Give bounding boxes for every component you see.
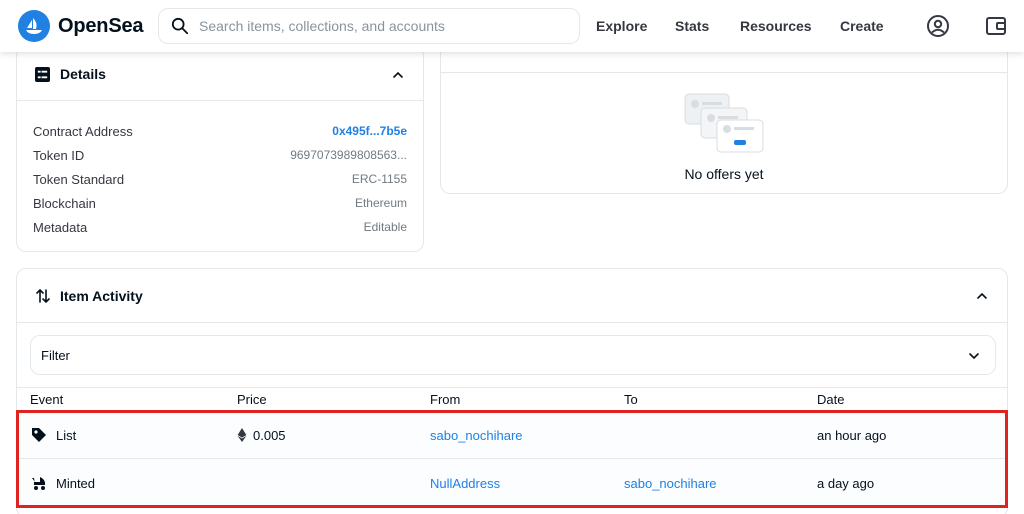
filter-dropdown[interactable]: Filter (30, 335, 996, 375)
activity-header[interactable]: Item Activity (17, 269, 1007, 323)
chevron-up-icon[interactable] (391, 68, 405, 82)
event-label: Minted (56, 475, 96, 491)
from-user-link[interactable]: sabo_nochihare (430, 411, 523, 459)
details-list-icon (35, 67, 50, 82)
opensea-wordmark: OpenSea (58, 14, 144, 37)
empty-offers-illustration-icon (684, 93, 764, 153)
table-row: Minted NullAddress sabo_nochihare a day … (17, 459, 1007, 507)
item-activity-panel: Item Activity Filter Event Price From To… (16, 268, 1008, 514)
search-icon (171, 17, 189, 35)
detail-row-token-id: Token ID 9697073989808563... (33, 143, 407, 167)
wallet-icon[interactable] (984, 14, 1008, 38)
search-bar[interactable] (158, 8, 580, 44)
nav-create[interactable]: Create (840, 0, 884, 52)
search-input[interactable] (199, 18, 579, 34)
column-header-price: Price (237, 392, 267, 407)
swap-arrows-icon (36, 288, 50, 304)
details-panel: Details Contract Address 0x495f...7b5e T… (16, 46, 424, 252)
column-header-date: Date (817, 392, 845, 407)
no-offers-text: No offers yet (684, 166, 764, 182)
event-label: List (56, 427, 77, 443)
to-user-link[interactable]: sabo_nochihare (624, 459, 717, 507)
offers-panel: No offers yet (440, 46, 1008, 194)
top-navbar: OpenSea Explore Stats Resources Create (0, 0, 1024, 52)
filter-label: Filter (41, 347, 70, 363)
table-row: List 0.005 sabo_nochihare an hour ago (17, 411, 1007, 459)
account-icon[interactable] (926, 14, 950, 38)
ethereum-icon (237, 428, 247, 442)
detail-value: ERC-1155 (351, 172, 407, 186)
detail-row-contract: Contract Address 0x495f...7b5e (33, 119, 407, 143)
detail-row-metadata: Metadata Editable (33, 215, 407, 239)
nav-resources[interactable]: Resources (740, 0, 812, 52)
detail-row-token-standard: Token Standard ERC-1155 (33, 167, 407, 191)
details-title: Details (60, 66, 106, 82)
divider (441, 72, 1007, 73)
opensea-logo[interactable]: OpenSea (18, 10, 144, 42)
contract-address-link[interactable]: 0x495f...7b5e (332, 124, 407, 138)
event-cell: List (30, 411, 76, 459)
item-activity-title: Item Activity (60, 288, 143, 304)
detail-label: Token Standard (33, 171, 125, 187)
column-header-from: From (430, 392, 461, 407)
details-header[interactable]: Details (17, 47, 423, 101)
price-value: 0.005 (253, 427, 286, 443)
date-value[interactable]: an hour ago (817, 411, 886, 459)
chevron-up-icon[interactable] (975, 289, 989, 303)
detail-value: Ethereum (354, 196, 407, 210)
chevron-down-icon (969, 353, 979, 360)
nav-stats[interactable]: Stats (675, 0, 709, 52)
detail-value: Editable (363, 220, 407, 234)
detail-label: Token ID (33, 147, 85, 163)
column-header-event: Event (30, 392, 64, 407)
price-tag-icon (32, 428, 46, 442)
activity-table-header: Event Price From To Date (17, 387, 1007, 411)
detail-value: 9697073989808563... (290, 148, 407, 162)
baby-stroller-icon (32, 477, 45, 490)
from-user-link[interactable]: NullAddress (430, 459, 500, 507)
event-cell: Minted (30, 459, 95, 507)
detail-row-blockchain: Blockchain Ethereum (33, 191, 407, 215)
opensea-logo-icon (18, 10, 50, 42)
nav-explore[interactable]: Explore (596, 0, 647, 52)
detail-label: Metadata (33, 219, 88, 235)
price-cell: 0.005 (237, 411, 286, 459)
detail-label: Blockchain (33, 195, 96, 211)
column-header-to: To (624, 392, 638, 407)
date-value[interactable]: a day ago (817, 459, 874, 507)
detail-label: Contract Address (33, 123, 133, 139)
